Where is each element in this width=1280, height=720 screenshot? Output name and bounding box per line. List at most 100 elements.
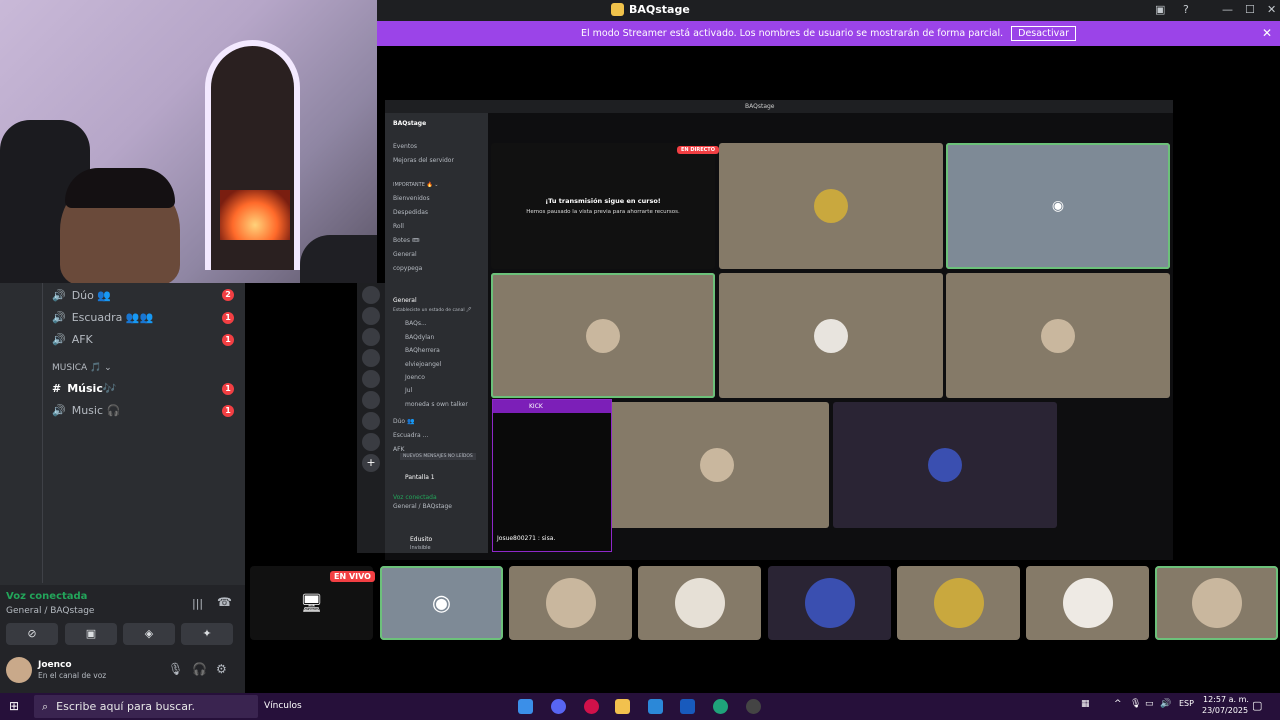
- participant-tile[interactable]: ◉: [946, 143, 1170, 269]
- participant-tile[interactable]: [605, 402, 829, 528]
- preview-item: Joenco: [405, 374, 425, 381]
- microphone-icon[interactable]: 🎙: [168, 662, 183, 676]
- deactivate-button[interactable]: Desactivar: [1011, 26, 1076, 41]
- screen-share-icon[interactable]: ▣: [1155, 3, 1165, 16]
- channel-music-text[interactable]: # Músic🎶: [52, 382, 117, 395]
- discord-logo-icon: ◉: [1051, 198, 1065, 214]
- obs-icon[interactable]: [746, 699, 761, 714]
- server-icon[interactable]: [362, 412, 380, 430]
- tray-date[interactable]: 23/07/2025: [1202, 706, 1248, 715]
- opera-icon[interactable]: [584, 699, 599, 714]
- kick-chat-popup: KICK Josue800271 : sisa.: [492, 399, 612, 552]
- participant-tile[interactable]: [1026, 566, 1149, 640]
- add-server-icon[interactable]: +: [362, 454, 380, 472]
- avatar: [674, 578, 725, 628]
- avatar: [814, 318, 848, 353]
- participant-tile[interactable]: [946, 273, 1170, 398]
- participant-tile[interactable]: ◉: [380, 566, 503, 640]
- preview-voice-status: Voz conectada: [393, 494, 437, 501]
- server-icon[interactable]: [362, 286, 380, 304]
- tray-app-icon[interactable]: ▦: [1081, 699, 1090, 709]
- participant-tile[interactable]: [1155, 566, 1278, 640]
- participant-tile[interactable]: [719, 143, 943, 269]
- participant-tile[interactable]: [638, 566, 761, 640]
- todo-icon[interactable]: [518, 699, 533, 714]
- channel-escuadra[interactable]: 🔊 Escuadra 👥👥: [52, 311, 153, 324]
- tray-mic-icon[interactable]: 🎙: [1130, 699, 1141, 709]
- tray-volume-icon[interactable]: 🔊: [1160, 699, 1171, 709]
- help-icon[interactable]: ?: [1183, 3, 1189, 16]
- preview-item: copypega: [393, 265, 423, 272]
- voice-location[interactable]: General / BAQstage: [6, 606, 94, 616]
- voice-activity-icon[interactable]: |||: [192, 597, 203, 610]
- preview-item: Escuadra ...: [393, 432, 429, 439]
- camera-off-button[interactable]: ⊘: [6, 623, 58, 645]
- maximize-button[interactable]: ☐: [1245, 3, 1255, 16]
- close-button[interactable]: ✕: [1267, 3, 1276, 16]
- preview-sidebar: BAQstage Eventos Mejoras del servidor IM…: [385, 113, 488, 553]
- tray-language[interactable]: ESP: [1179, 699, 1194, 708]
- preview-item: Eventos: [393, 143, 417, 150]
- server-icon[interactable]: [362, 349, 380, 367]
- webcam-overlay: [0, 0, 377, 283]
- user-panel: Joenco En el canal de voz 🎙 🎧 ⚙: [0, 650, 245, 693]
- voice-connection-panel: Voz conectada General / BAQstage ||| ☎ ⊘…: [0, 585, 245, 650]
- server-icon[interactable]: [362, 370, 380, 388]
- folder-icon[interactable]: [615, 699, 630, 714]
- soundboard-button[interactable]: ✦: [181, 623, 233, 645]
- tray-network-icon[interactable]: ▭: [1145, 699, 1154, 709]
- preview-voice-location: General / BAQstage: [393, 503, 452, 510]
- title-bar: BAQstage ▣ ? — ☐ ✕: [377, 0, 1280, 21]
- server-icon[interactable]: [362, 307, 380, 325]
- speaker-icon: 🔊: [52, 311, 66, 324]
- category-musica[interactable]: MUSICA 🎵 ⌄: [52, 363, 112, 373]
- live-badge: EN VIVO: [330, 571, 375, 582]
- notifications-icon[interactable]: ▢: [1252, 699, 1262, 712]
- discord-icon[interactable]: [551, 699, 566, 714]
- participant-tile[interactable]: [768, 566, 891, 640]
- server-icon[interactable]: [362, 391, 380, 409]
- mention-badge: 1: [222, 312, 234, 324]
- participant-tile[interactable]: [719, 273, 943, 398]
- avatar: [933, 578, 984, 628]
- preview-item: AFK: [393, 446, 405, 453]
- server-icon[interactable]: [362, 328, 380, 346]
- store-icon[interactable]: [648, 699, 663, 714]
- avatar: [1062, 578, 1113, 628]
- word-icon[interactable]: [680, 699, 695, 714]
- participant-tile[interactable]: [491, 273, 715, 398]
- participant-tile[interactable]: [897, 566, 1020, 640]
- streamer-hair: [65, 168, 175, 208]
- preview-item: Bienvenidos: [393, 195, 430, 202]
- preview-item: moneda s own talker: [405, 401, 468, 408]
- taskbar-search[interactable]: ⌕ Escribe aquí para buscar.: [34, 695, 258, 718]
- preview-item: Jul: [405, 387, 413, 394]
- avatar[interactable]: [6, 657, 32, 683]
- channel-afk[interactable]: 🔊 AFK: [52, 333, 93, 346]
- disconnect-icon[interactable]: ☎: [217, 595, 232, 609]
- avatar: [814, 189, 848, 223]
- preview-item: Botes 🎟: [393, 237, 420, 244]
- preview-title-bar: BAQstage: [385, 100, 1173, 113]
- links-toolbar[interactable]: Vínculos: [264, 701, 302, 711]
- tray-time[interactable]: 12:57 a. m.: [1203, 695, 1249, 704]
- channel-music-voice[interactable]: 🔊 Music 🎧: [52, 404, 120, 417]
- server-icon[interactable]: [362, 433, 380, 451]
- preview-title: BAQstage: [745, 103, 775, 110]
- stream-paused-notice: ¡Tu transmisión sigue en curso! Hemos pa…: [491, 143, 715, 269]
- participant-tile[interactable]: [833, 402, 1057, 528]
- windows-start-icon[interactable]: ⊞: [9, 699, 19, 713]
- activity-button[interactable]: ◈: [123, 623, 175, 645]
- notice-subtitle: Hemos pausado la vista previa para ahorr…: [526, 209, 680, 215]
- screen-share-button[interactable]: ▣: [65, 623, 117, 645]
- edge-icon[interactable]: [713, 699, 728, 714]
- banner-close-icon[interactable]: ✕: [1262, 26, 1272, 40]
- channel-duo[interactable]: 🔊 Dúo 👥: [52, 289, 111, 302]
- speaker-icon: 🔊: [52, 289, 66, 302]
- kick-message: Josue800271 : sisa.: [497, 535, 556, 542]
- tray-chevron-icon[interactable]: ^: [1114, 699, 1122, 709]
- headphones-icon[interactable]: 🎧: [192, 662, 207, 676]
- settings-gear-icon[interactable]: ⚙: [216, 662, 227, 676]
- minimize-button[interactable]: —: [1222, 3, 1233, 16]
- participant-tile[interactable]: [509, 566, 632, 640]
